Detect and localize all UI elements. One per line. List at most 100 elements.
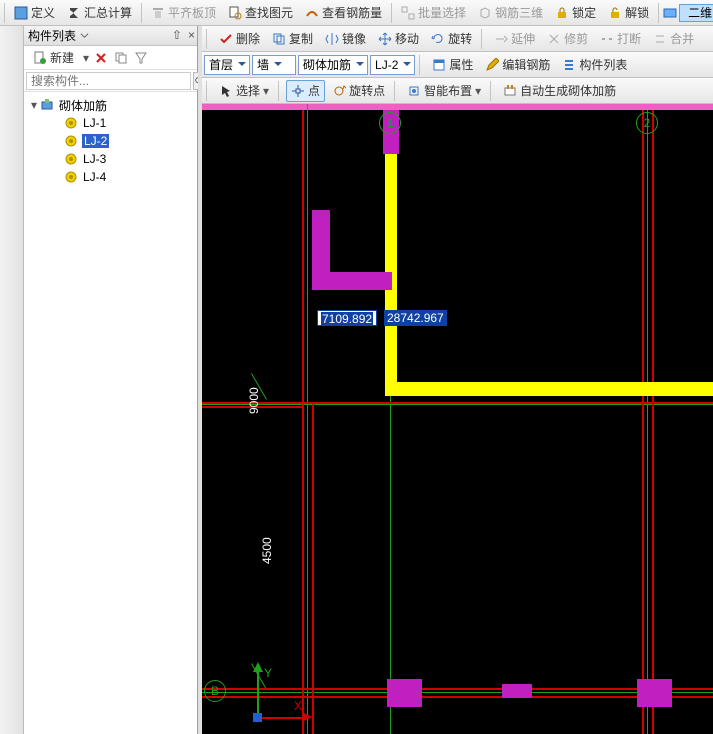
copy-button[interactable]: 复制: [267, 28, 318, 50]
summarize-button[interactable]: 汇总计算: [62, 2, 137, 24]
select-mode-button[interactable]: 选择 ▾: [214, 80, 274, 102]
type-value: 砌体加筋: [303, 56, 351, 73]
red-line: [312, 404, 314, 734]
batch-select-button[interactable]: 批量选择: [396, 2, 471, 24]
move-button[interactable]: 移动: [373, 28, 424, 50]
new-doc-icon: [33, 51, 47, 65]
view-rebar-button[interactable]: 查看钢筋量: [300, 2, 387, 24]
tree-leaf-icon: [64, 116, 78, 130]
filter-small-icon[interactable]: [133, 50, 149, 66]
view-2d-tab[interactable]: 二维: [679, 4, 713, 22]
axis-y-arrow-icon: [253, 662, 263, 672]
lock-button[interactable]: 锁定: [550, 2, 601, 24]
rebar-3d-button[interactable]: 钢筋三维: [473, 2, 548, 24]
red-delete-icon[interactable]: [93, 50, 109, 66]
main-area: 构件列表 ⇧ × 新建 ▾ ▾: [0, 26, 713, 734]
props-button[interactable]: 属性: [427, 54, 478, 76]
select-dd-icon: ▾: [263, 84, 269, 98]
move-label: 移动: [395, 30, 419, 47]
member-combo[interactable]: LJ-2: [370, 55, 415, 75]
align-top-button[interactable]: 平齐板顶: [146, 2, 221, 24]
new-component-button[interactable]: 新建: [28, 47, 79, 69]
smart-dd-icon: ▾: [475, 84, 481, 98]
tree-child-row[interactable]: LJ-3: [24, 150, 197, 168]
tree-child-row[interactable]: LJ-1: [24, 114, 197, 132]
unlock-button[interactable]: 解锁: [603, 2, 654, 24]
mirror-button[interactable]: 镜像: [320, 28, 371, 50]
edit-rebar-button[interactable]: 编辑钢筋: [480, 54, 555, 76]
auto-gen-label: 自动生成砌体加筋: [520, 82, 616, 99]
grid-bubble-2: 2: [636, 112, 658, 134]
rot-point-button[interactable]: 旋转点: [327, 80, 390, 102]
trim-button[interactable]: 修剪: [542, 28, 593, 50]
auto-gen-icon: [503, 84, 517, 98]
type-combo[interactable]: 砌体加筋: [298, 55, 368, 75]
merge-button[interactable]: 合并: [648, 28, 699, 50]
smart-place-icon: [407, 84, 421, 98]
break-label: 打断: [617, 30, 641, 47]
rebar-view-icon: [305, 6, 319, 20]
extend-icon: [494, 32, 508, 46]
panel-pin-icon[interactable]: ⇧: [172, 28, 182, 42]
delete-button[interactable]: 删除: [214, 28, 265, 50]
tree-root-label: 砌体加筋: [58, 97, 108, 114]
chevron-down-icon: [402, 58, 412, 72]
category-value: 墙: [257, 56, 269, 73]
member-list-button[interactable]: 构件列表: [557, 54, 632, 76]
grid-bubble-1-label: 1: [387, 116, 394, 130]
context-toolbar: 首层 墙 砌体加筋 LJ-2 属性 编辑钢筋: [202, 52, 713, 78]
canvas-top-band: [202, 104, 713, 110]
extend-button[interactable]: 延伸: [489, 28, 540, 50]
tree-root-row[interactable]: ▾ 砌体加筋: [24, 96, 197, 114]
axis-y-text: Y: [264, 666, 272, 680]
point-mode-button[interactable]: 点: [286, 80, 325, 102]
tree-child-row[interactable]: LJ-2: [24, 132, 197, 150]
tree-child-label: LJ-3: [82, 152, 107, 166]
toolbar-separator: [481, 29, 485, 49]
smart-place-button[interactable]: 智能布置 ▾: [402, 80, 486, 102]
batch-select-label: 批量选择: [418, 4, 466, 21]
auto-gen-button[interactable]: 自动生成砌体加筋: [498, 80, 621, 102]
view-rebar-label: 查看钢筋量: [322, 4, 382, 21]
tree-child-label: LJ-4: [82, 170, 107, 184]
toolbar-separator: [4, 3, 5, 23]
delete-label: 删除: [236, 30, 260, 47]
coord-b-value: 28742.967: [387, 311, 444, 325]
drawing-canvas[interactable]: 1 2 B 9000 4500 7109.892 28742.967 X Y: [202, 104, 713, 734]
grid-bubble-2-label: 2: [644, 116, 651, 130]
select-mode-label: 选择: [236, 82, 260, 99]
lock-icon: [555, 6, 569, 20]
axis-x-label: X: [294, 699, 302, 713]
grid-line-vertical: [647, 110, 648, 734]
break-button[interactable]: 打断: [595, 28, 646, 50]
magenta-column: [387, 679, 422, 707]
find-element-button[interactable]: 查找图元: [223, 2, 298, 24]
extend-label: 延伸: [511, 30, 535, 47]
props-icon: [432, 58, 446, 72]
toolbar-separator: [391, 3, 392, 23]
rot-point-label: 旋转点: [349, 82, 385, 99]
coord-readout-b: 28742.967: [384, 310, 447, 326]
axis-origin-square: [253, 713, 262, 722]
floor-combo[interactable]: 首层: [204, 55, 250, 75]
category-combo[interactable]: 墙: [252, 55, 296, 75]
axis-x-line: [257, 717, 307, 719]
find-element-label: 查找图元: [245, 4, 293, 21]
new-chevron-down-icon[interactable]: ▾: [83, 51, 89, 65]
panel-title-chevron-icon[interactable]: [80, 29, 89, 43]
search-input[interactable]: [26, 72, 191, 90]
tree-child-row[interactable]: LJ-4: [24, 168, 197, 186]
panel-close-icon[interactable]: ×: [188, 28, 195, 42]
coord-readout-a[interactable]: 7109.892: [317, 310, 377, 326]
tree-collapse-icon[interactable]: ▾: [28, 98, 40, 112]
smart-place-label: 智能布置: [424, 82, 472, 99]
rotate-button[interactable]: 旋转: [426, 28, 477, 50]
tree-child-label: LJ-1: [82, 116, 107, 130]
copy-small-icon[interactable]: [113, 50, 129, 66]
define-button[interactable]: 定义: [9, 2, 60, 24]
chevron-down-icon: [273, 58, 283, 72]
tree-root-icon: [40, 98, 54, 112]
red-line: [302, 110, 304, 734]
break-icon: [600, 32, 614, 46]
view-2d-label: 二维: [688, 6, 712, 20]
